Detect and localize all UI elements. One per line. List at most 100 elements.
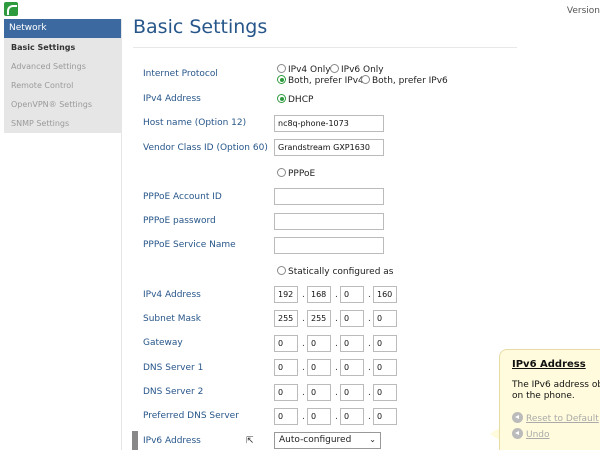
- dns1-octet-1[interactable]: 0: [274, 359, 298, 376]
- ipv4-octet-3[interactable]: 0: [340, 286, 364, 303]
- octet-separator: .: [335, 290, 338, 300]
- chevron-down-icon: ⌄: [369, 435, 376, 444]
- radio-pppoe[interactable]: PPPoE: [277, 168, 315, 179]
- pppoe-account-id-input[interactable]: [274, 188, 384, 205]
- preferred-dns-octet-3[interactable]: 0: [340, 408, 364, 425]
- host-name-input[interactable]: [274, 115, 384, 132]
- ipv4-octet-2[interactable]: 168: [307, 286, 331, 303]
- octet-separator: .: [302, 363, 305, 373]
- sidebar-item-advanced-settings[interactable]: Advanced Settings: [4, 57, 121, 76]
- preferred-dns-octet-2[interactable]: 0: [307, 408, 331, 425]
- help-pointer: [490, 428, 499, 440]
- ipv4-address-mode-label: IPv4 Address: [143, 94, 201, 104]
- octet-separator: .: [368, 339, 371, 349]
- sidebar-item-openvpn-settings[interactable]: OpenVPN® Settings: [4, 95, 121, 114]
- octet-separator: .: [368, 412, 371, 422]
- ipv4-octet-4[interactable]: 160: [373, 286, 397, 303]
- radio-static[interactable]: Statically configured as: [277, 266, 394, 277]
- gateway-label: Gateway: [143, 338, 183, 348]
- help-text: The IPv6 address ob on the phone.: [512, 380, 600, 401]
- reset-icon: [512, 412, 523, 423]
- subnet-octet-1[interactable]: 255: [274, 310, 298, 327]
- preferred-dns-octet-4[interactable]: 0: [373, 408, 397, 425]
- radio-label: IPv4 Only: [288, 65, 331, 75]
- pppoe-service-name-input[interactable]: [274, 237, 384, 254]
- dns1-octet-3[interactable]: 0: [340, 359, 364, 376]
- gateway-octet-1[interactable]: 0: [274, 335, 298, 352]
- sidebar-divider: [121, 19, 122, 450]
- static-ipv4-address-label: IPv4 Address: [143, 290, 201, 300]
- preferred-dns-octet-1[interactable]: 0: [274, 408, 298, 425]
- pppoe-password-label: PPPoE password: [143, 216, 216, 226]
- radio-both-prefer-ipv4[interactable]: Both, prefer IPv4: [277, 75, 364, 86]
- octet-separator: .: [302, 314, 305, 324]
- subnet-octet-2[interactable]: 255: [307, 310, 331, 327]
- version-label: Version: [566, 6, 600, 16]
- vendor-class-id-input[interactable]: [274, 139, 384, 156]
- subnet-octet-3[interactable]: 0: [340, 310, 364, 327]
- octet-separator: .: [368, 290, 371, 300]
- gateway-octet-3[interactable]: 0: [340, 335, 364, 352]
- octet-separator: .: [335, 363, 338, 373]
- dns2-octet-1[interactable]: 0: [274, 384, 298, 401]
- radio-ipv4-only[interactable]: IPv4 Only: [277, 64, 331, 75]
- sidebar-item-snmp-settings[interactable]: SNMP Settings: [4, 114, 121, 133]
- radio-label: PPPoE: [288, 169, 316, 179]
- sidebar-section-network[interactable]: Network: [4, 19, 121, 38]
- dns2-octet-2[interactable]: 0: [307, 384, 331, 401]
- pppoe-account-id-label: PPPoE Account ID: [143, 192, 222, 202]
- dns-server-2-label: DNS Server 2: [143, 387, 204, 397]
- title-divider: [133, 47, 517, 48]
- octet-separator: .: [368, 388, 371, 398]
- grandstream-logo-icon: [4, 2, 18, 16]
- internet-protocol-label: Internet Protocol: [143, 69, 218, 79]
- radio-ipv6-only[interactable]: IPv6 Only: [330, 64, 384, 75]
- radio-icon: [277, 266, 286, 275]
- undo-icon: [512, 428, 523, 439]
- octet-separator: .: [335, 314, 338, 324]
- dns-server-1-label: DNS Server 1: [143, 363, 204, 373]
- ipv4-octet-1[interactable]: 192: [274, 286, 298, 303]
- sidebar-item-remote-control[interactable]: Remote Control: [4, 76, 121, 95]
- subnet-mask-label: Subnet Mask: [143, 314, 201, 324]
- radio-dhcp[interactable]: DHCP: [277, 94, 313, 105]
- host-name-label: Host name (Option 12): [143, 118, 247, 128]
- octet-separator: .: [302, 290, 305, 300]
- radio-icon: [330, 64, 339, 73]
- dns2-octet-4[interactable]: 0: [373, 384, 397, 401]
- radio-label: IPv6 Only: [341, 65, 384, 75]
- subnet-octet-4[interactable]: 0: [373, 310, 397, 327]
- page-title: Basic Settings: [133, 16, 268, 38]
- ipv6-address-select[interactable]: Auto-configured ⌄: [274, 432, 381, 449]
- octet-separator: .: [302, 388, 305, 398]
- pppoe-service-name-label: PPPoE Service Name: [143, 240, 236, 250]
- active-row-marker: [132, 431, 138, 450]
- gateway-octet-2[interactable]: 0: [307, 335, 331, 352]
- gateway-octet-4[interactable]: 0: [373, 335, 397, 352]
- sidebar-list: Basic Settings Advanced Settings Remote …: [4, 38, 121, 133]
- dns2-octet-3[interactable]: 0: [340, 384, 364, 401]
- pppoe-password-input[interactable]: [274, 213, 384, 230]
- radio-selected-icon: [277, 94, 286, 103]
- reset-to-default-link[interactable]: Reset to Default: [512, 412, 599, 424]
- vendor-class-id-label: Vendor Class ID (Option 60): [143, 143, 268, 153]
- octet-separator: .: [302, 412, 305, 422]
- radio-icon: [361, 75, 370, 84]
- preferred-dns-server-label: Preferred DNS Server: [143, 411, 239, 421]
- ipv6-address-label: IPv6 Address: [143, 436, 201, 446]
- undo-link[interactable]: Undo: [512, 428, 550, 440]
- radio-both-prefer-ipv6[interactable]: Both, prefer IPv6: [361, 75, 448, 86]
- dns1-octet-2[interactable]: 0: [307, 359, 331, 376]
- radio-label: DHCP: [288, 95, 314, 105]
- sidebar-item-basic-settings[interactable]: Basic Settings: [4, 38, 121, 57]
- octet-separator: .: [302, 339, 305, 349]
- radio-selected-icon: [277, 75, 286, 84]
- radio-label: Statically configured as: [288, 267, 394, 277]
- dns1-octet-4[interactable]: 0: [373, 359, 397, 376]
- octet-separator: .: [368, 363, 371, 373]
- top-bar: Version: [0, 0, 600, 20]
- octet-separator: .: [335, 412, 338, 422]
- help-tooltip: IPv6 Address The IPv6 address ob on the …: [499, 349, 600, 450]
- ipv6-address-selected-value: Auto-configured: [279, 435, 352, 445]
- radio-label: Both, prefer IPv6: [372, 76, 448, 86]
